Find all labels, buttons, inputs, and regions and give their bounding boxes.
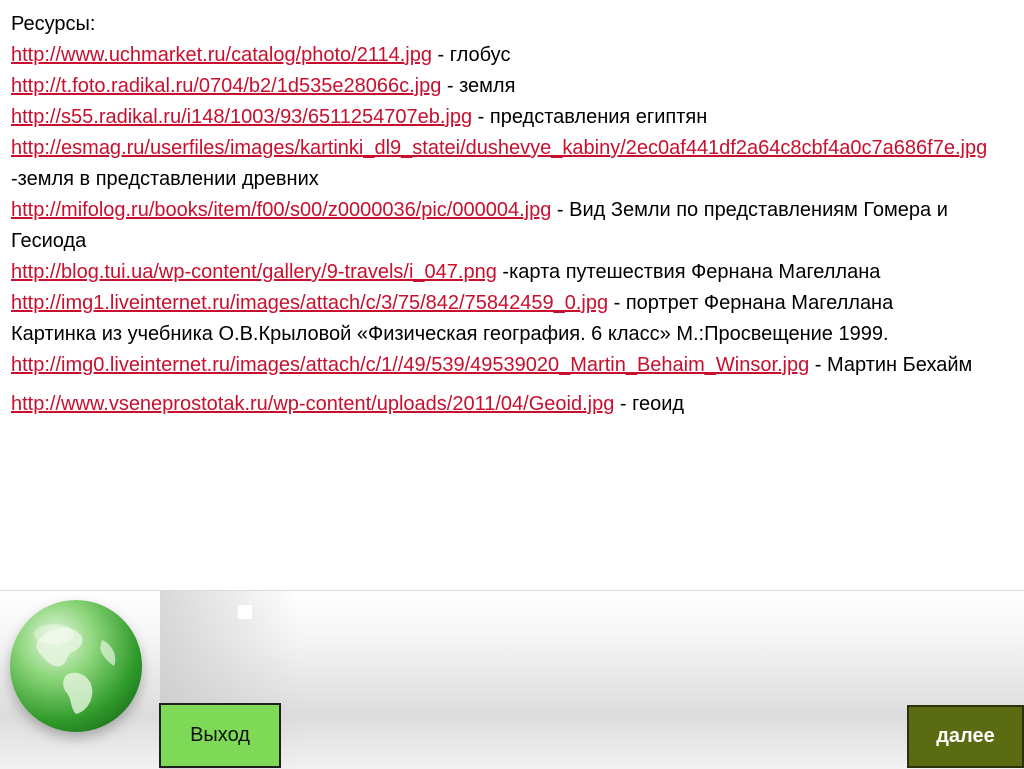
resource-description: - земля [441,75,516,97]
resources-text-block: Ресурсы: http://www.uchmarket.ru/catalog… [11,9,1015,420]
resource-item: http://img0.liveinternet.ru/images/attac… [11,350,1015,381]
resource-item: http://s55.radikal.ru/i148/1003/93/65112… [11,102,1015,133]
resource-description: - глобус [432,44,511,66]
resource-link[interactable]: http://img0.liveinternet.ru/images/attac… [11,354,809,376]
resource-item: http://t.foto.radikal.ru/0704/b2/1d535e2… [11,71,1015,102]
resource-item: http://www.vseneprostotak.ru/wp-content/… [11,389,1015,420]
resource-link[interactable]: http://mifolog.ru/books/item/f00/s00/z00… [11,199,551,221]
next-button[interactable]: далее [907,705,1024,768]
resource-description: - Мартин Бехайм [809,354,973,376]
resource-description: -земля в представлении древних [11,168,319,190]
textbook-note: Картинка из учебника О.В.Крыловой «Физич… [11,323,889,345]
resource-link[interactable]: http://img1.liveinternet.ru/images/attac… [11,292,608,314]
resource-link[interactable]: http://www.uchmarket.ru/catalog/photo/21… [11,44,432,66]
resource-link[interactable]: http://s55.radikal.ru/i148/1003/93/65112… [11,106,472,128]
exit-button[interactable]: Выход [159,703,281,768]
resource-item: http://mifolog.ru/books/item/f00/s00/z00… [11,195,1015,257]
resource-item: http://esmag.ru/userfiles/images/kartink… [11,133,1015,195]
resource-link[interactable]: http://esmag.ru/userfiles/images/kartink… [11,137,987,159]
resources-heading: Ресурсы: [11,13,96,35]
resource-link[interactable]: http://www.vseneprostotak.ru/wp-content/… [11,393,614,415]
globe-continents-icon [34,624,116,714]
resource-description: - портрет Фернана Магеллана [608,292,894,314]
resource-link[interactable]: http://blog.tui.ua/wp-content/gallery/9-… [11,261,497,283]
decorative-square [238,605,252,619]
globe-icon [10,600,142,732]
resource-description: - представления египтян [472,106,708,128]
resource-item: http://blog.tui.ua/wp-content/gallery/9-… [11,257,1015,288]
resource-description: - геоид [614,393,685,415]
resource-description: -карта путешествия Фернана Магеллана [496,261,881,283]
resource-item: http://www.uchmarket.ru/catalog/photo/21… [11,40,1015,71]
resource-link[interactable]: http://t.foto.radikal.ru/0704/b2/1d535e2… [11,75,441,97]
resource-item: http://img1.liveinternet.ru/images/attac… [11,288,1015,319]
bottom-decorative-band [0,590,1024,769]
